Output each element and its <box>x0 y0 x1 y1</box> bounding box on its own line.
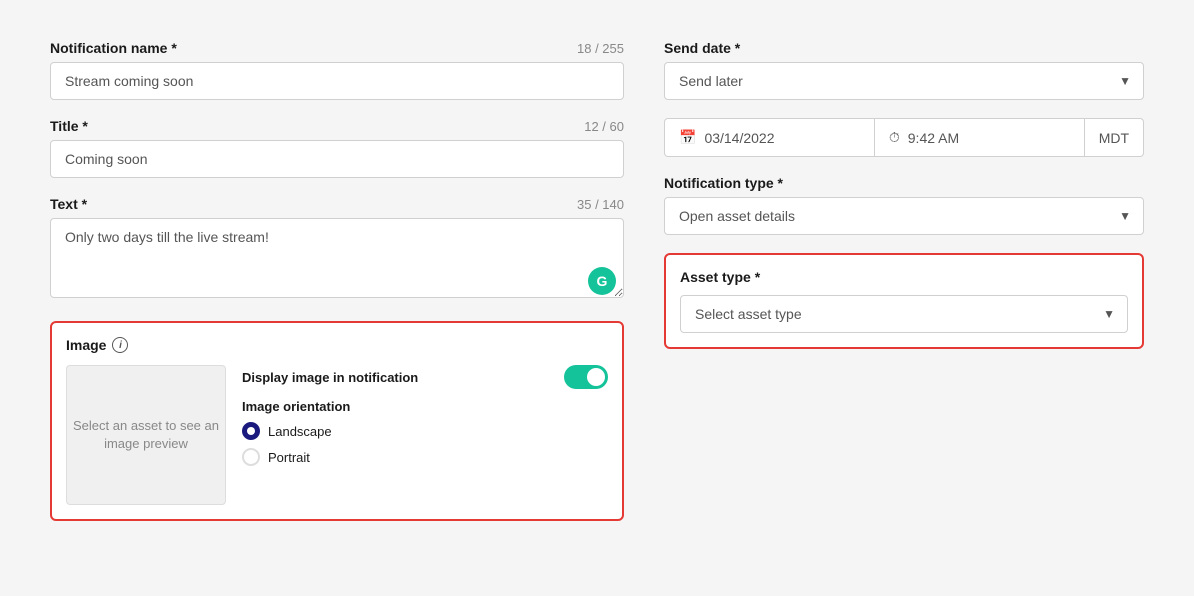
portrait-label: Portrait <box>268 450 310 465</box>
text-textarea[interactable]: Only two days till the live stream! <box>50 218 624 298</box>
textarea-wrapper: Only two days till the live stream! G <box>50 218 624 303</box>
clock-icon: ⏱ <box>889 129 900 146</box>
image-label: Image <box>66 337 106 353</box>
date-time-row: 📅 03/14/2022 ⏱ 9:42 AM MDT <box>664 118 1144 157</box>
calendar-icon: 📅 <box>679 129 696 146</box>
date-field[interactable]: 📅 03/14/2022 <box>665 119 875 156</box>
image-preview-text: Select an asset to see an image preview <box>67 417 225 453</box>
image-preview-box: Select an asset to see an image preview <box>66 365 226 505</box>
left-column: Notification name * 18 / 255 Title * 12 … <box>50 40 624 521</box>
text-header: Text * 35 / 140 <box>50 196 624 212</box>
text-label: Text * <box>50 196 87 212</box>
right-column: Send date * Send now Send later Schedule… <box>664 40 1144 521</box>
notification-name-count: 18 / 255 <box>577 41 624 56</box>
notification-type-select[interactable]: Open asset details Open URL No action <box>665 198 1143 234</box>
notification-type-group: Notification type * Open asset details O… <box>664 175 1144 235</box>
asset-type-select[interactable]: Select asset type Video Audio Article Ga… <box>681 296 1127 332</box>
timezone-field: MDT <box>1085 119 1143 156</box>
page-container: Notification name * 18 / 255 Title * 12 … <box>20 20 1174 576</box>
image-content: Select an asset to see an image preview … <box>66 365 608 505</box>
title-header: Title * 12 / 60 <box>50 118 624 134</box>
orientation-label: Image orientation <box>242 399 608 414</box>
notification-type-label: Notification type * <box>664 175 1144 191</box>
title-count: 12 / 60 <box>584 119 624 134</box>
notification-name-header: Notification name * 18 / 255 <box>50 40 624 56</box>
notification-name-group: Notification name * 18 / 255 <box>50 40 624 100</box>
asset-type-select-wrapper: Select asset type Video Audio Article Ga… <box>680 295 1128 333</box>
title-label: Title * <box>50 118 88 134</box>
notification-name-label: Notification name * <box>50 40 177 56</box>
display-image-label: Display image in notification <box>242 370 418 385</box>
grammarly-icon: G <box>588 267 616 295</box>
text-count: 35 / 140 <box>577 197 624 212</box>
asset-type-section: Asset type * Select asset type Video Aud… <box>664 253 1144 349</box>
landscape-radio[interactable]: Landscape <box>242 422 608 440</box>
image-section-header: Image i <box>66 337 608 353</box>
landscape-label: Landscape <box>268 424 332 439</box>
portrait-radio[interactable]: Portrait <box>242 448 608 466</box>
send-date-select[interactable]: Send now Send later Schedule <box>665 63 1143 99</box>
send-date-label: Send date * <box>664 40 1144 56</box>
time-field[interactable]: ⏱ 9:42 AM <box>875 119 1085 156</box>
title-group: Title * 12 / 60 <box>50 118 624 178</box>
date-value: 03/14/2022 <box>704 130 774 146</box>
landscape-radio-outer <box>242 422 260 440</box>
notification-type-select-wrapper: Open asset details Open URL No action ▼ <box>664 197 1144 235</box>
main-layout: Notification name * 18 / 255 Title * 12 … <box>50 40 1144 521</box>
time-value: 9:42 AM <box>908 130 959 146</box>
notification-name-input[interactable] <box>50 62 624 100</box>
display-image-row: Display image in notification <box>242 365 608 389</box>
landscape-radio-inner <box>247 427 255 435</box>
portrait-radio-outer <box>242 448 260 466</box>
image-section: Image i Select an asset to see an image … <box>50 321 624 521</box>
info-icon[interactable]: i <box>112 337 128 353</box>
asset-type-label: Asset type * <box>680 269 1128 285</box>
datetime-group: 📅 03/14/2022 ⏱ 9:42 AM MDT <box>664 118 1144 157</box>
send-date-select-wrapper: Send now Send later Schedule ▼ <box>664 62 1144 100</box>
orientation-radio-group: Landscape Portrait <box>242 422 608 466</box>
display-image-toggle[interactable] <box>564 365 608 389</box>
timezone-value: MDT <box>1099 130 1129 146</box>
image-options: Display image in notification Image orie… <box>242 365 608 505</box>
send-date-group: Send date * Send now Send later Schedule… <box>664 40 1144 100</box>
title-input[interactable] <box>50 140 624 178</box>
text-group: Text * 35 / 140 Only two days till the l… <box>50 196 624 303</box>
toggle-knob <box>587 368 605 386</box>
